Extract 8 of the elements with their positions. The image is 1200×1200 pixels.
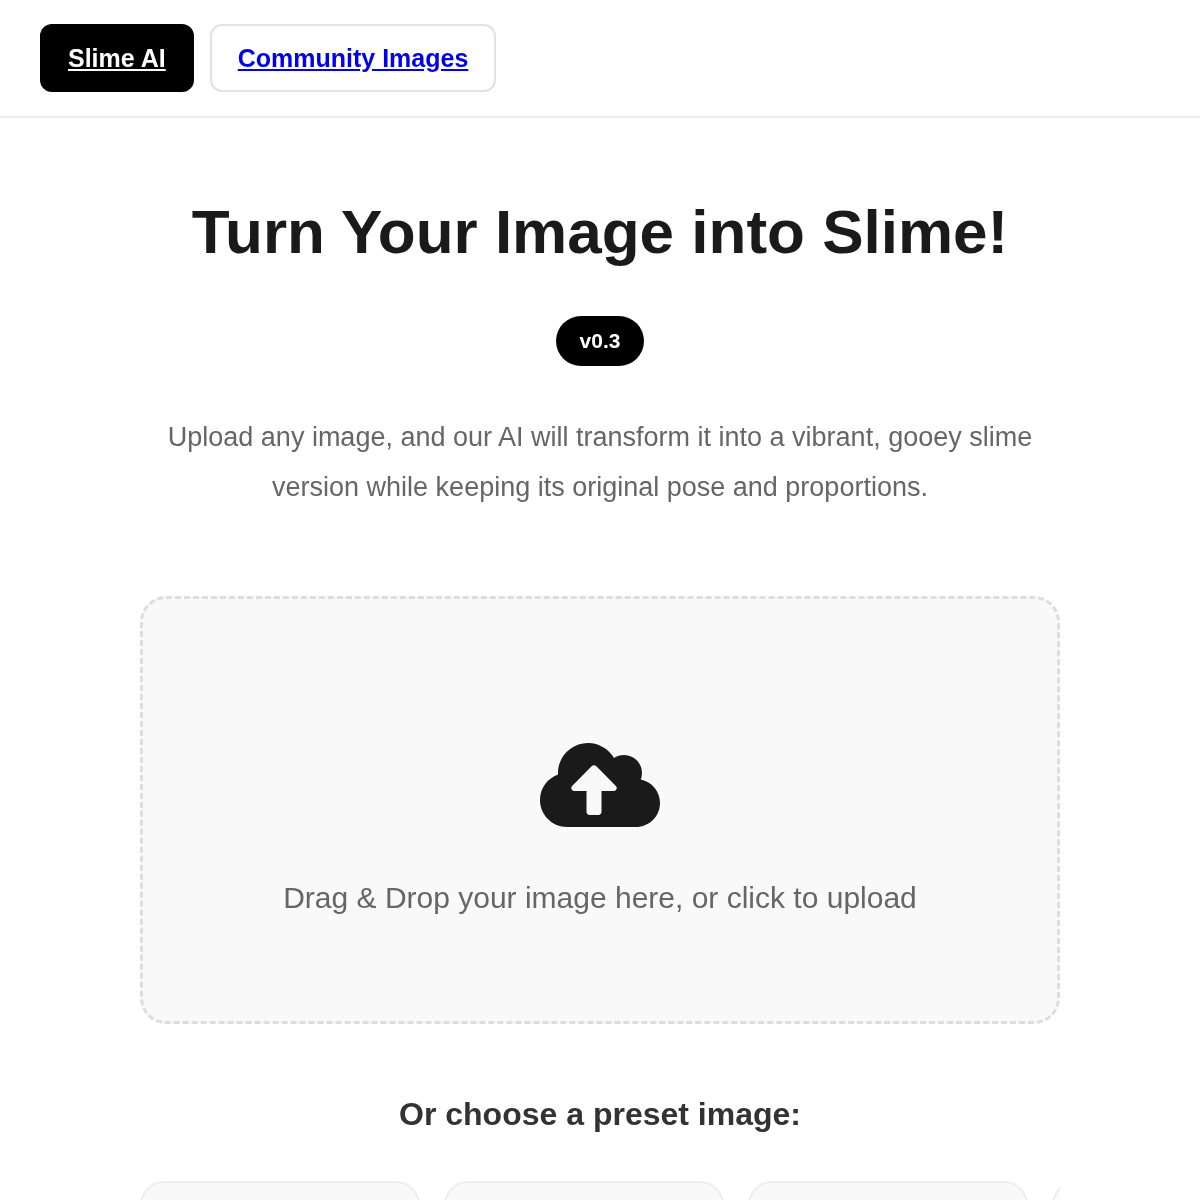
page-title: Turn Your Image into Slime! [191,196,1009,268]
nav-link[interactable]: Community Images [209,24,497,92]
description: Upload any image, and our AI will transform it into a vibrant, gooey slime version while keeping its original pose and proportions. [166,421,1034,504]
upload-dropzone[interactable]: Drag & Drop your image here, or click to upload [140,596,1060,1024]
preset-heading: Or choose a preset image: [399,1096,801,1133]
upload-prompt: Drag & Drop your image here, or click to upload [283,881,917,915]
version-badge: v0.3 [555,316,645,366]
nav-link[interactable]: Slime AI [40,24,194,92]
